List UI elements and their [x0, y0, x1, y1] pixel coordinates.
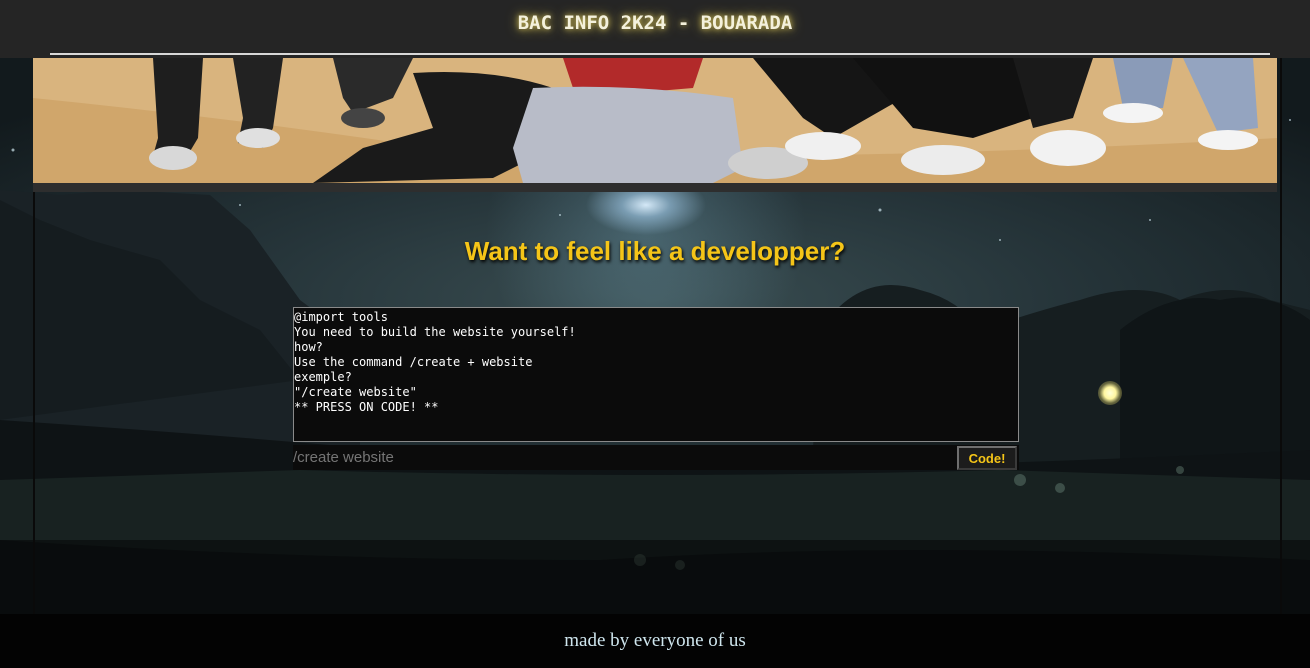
console-line: exemple?	[294, 370, 352, 384]
page: BAC INFO 2K24 - BOUARADA Want to feel li…	[0, 0, 1310, 668]
glowing-lamp	[1098, 381, 1122, 405]
console-line: "/create website"	[294, 385, 417, 399]
console-output: @import tools You need to build the webs…	[293, 307, 1019, 442]
console-line: how?	[294, 340, 323, 354]
page-heading: Want to feel like a developper?	[464, 236, 846, 266]
banner-divider	[33, 183, 1277, 192]
command-input[interactable]	[293, 445, 943, 469]
site-header: BAC INFO 2K24 - BOUARADA	[0, 0, 1310, 58]
console-line: You need to build the website yourself!	[294, 325, 576, 339]
code-button[interactable]: Code!	[957, 446, 1017, 470]
command-bar: Code!	[293, 445, 1019, 470]
console-text: @import tools You need to build the webs…	[294, 308, 1018, 415]
console-line: Use the command /create + website	[294, 355, 533, 369]
site-footer: made by everyone of us	[0, 614, 1310, 668]
console-line: ** PRESS ON CODE! **	[294, 400, 439, 414]
group-photo-banner	[33, 58, 1277, 183]
footer-text: made by everyone of us	[564, 630, 746, 651]
console-line: @import tools	[294, 310, 388, 324]
banner-photo	[33, 58, 1277, 183]
header-divider	[50, 53, 1270, 55]
site-title: BAC INFO 2K24 - BOUARADA	[517, 12, 793, 34]
